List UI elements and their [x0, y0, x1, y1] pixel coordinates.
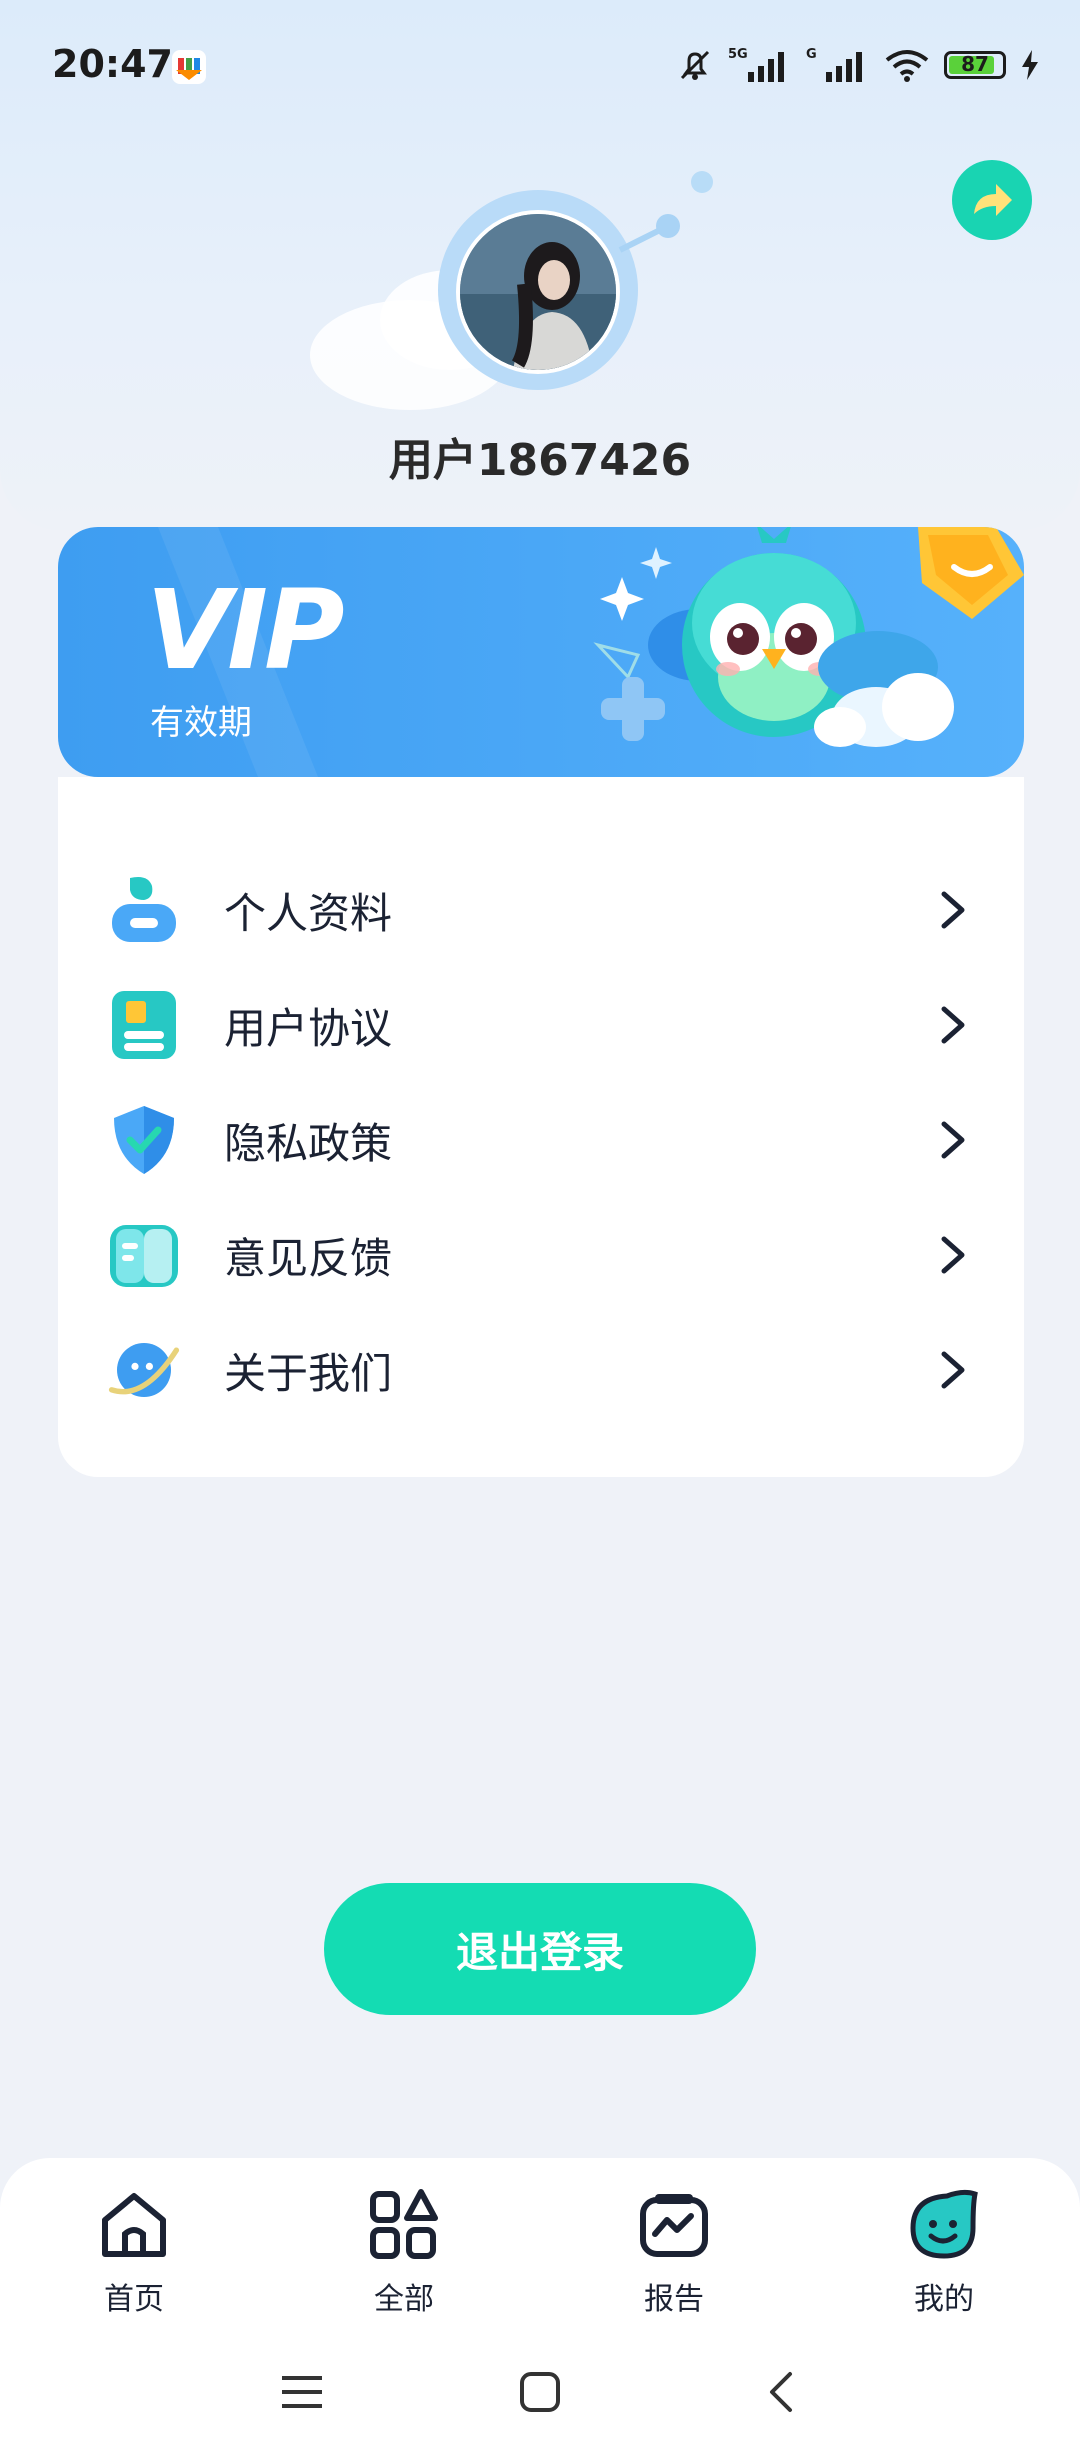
home-icon: [102, 2193, 166, 2257]
avatar[interactable]: [456, 210, 620, 374]
wifi-icon: [885, 50, 929, 82]
menu-icon[interactable]: [280, 2370, 324, 2414]
status-time: 20:47: [52, 42, 173, 86]
share-arrow-icon: [974, 184, 1012, 216]
vip-mascot-illustration: [593, 527, 1024, 747]
app-notification-icon: [172, 50, 206, 84]
nav-item-home[interactable]: 首页: [64, 2188, 204, 2318]
nav-label: 报告: [644, 2282, 704, 2317]
nav-item-all[interactable]: 全部: [334, 2188, 474, 2318]
battery-icon: 87: [944, 51, 1006, 79]
book-icon: [108, 1219, 180, 1291]
signal-5g-icon: 5G: [728, 47, 784, 82]
back-icon[interactable]: [760, 2370, 804, 2414]
network-label: G: [806, 47, 817, 62]
status-icons: 5G G 87: [676, 46, 1040, 84]
shield-check-icon: [108, 1104, 180, 1176]
vip-validity: 有效期: [150, 703, 252, 743]
grid-icon: [370, 2189, 438, 2259]
nav-item-mine[interactable]: 我的: [874, 2188, 1014, 2318]
nav-label: 全部: [374, 2282, 434, 2317]
avatar-decoration: [618, 171, 713, 253]
chevron-right-icon: [941, 1121, 965, 1159]
menu-item-label: 个人资料: [224, 888, 393, 938]
network-label: 5G: [728, 47, 748, 62]
document-icon: [108, 989, 180, 1061]
charging-icon: [1022, 50, 1038, 80]
menu-item-privacy-policy[interactable]: 隐私政策: [58, 1085, 1024, 1195]
vip-card[interactable]: VIP 有效期: [58, 527, 1024, 777]
planet-icon: [108, 1334, 180, 1406]
report-icon: [640, 2194, 708, 2257]
vip-title: VIP: [146, 566, 345, 694]
chevron-right-icon: [941, 1351, 965, 1389]
mute-bell-icon: [680, 50, 710, 80]
home-square-icon[interactable]: [518, 2370, 562, 2414]
person-icon: [108, 874, 180, 946]
menu-item-label: 关于我们: [224, 1348, 393, 1398]
menu-item-feedback[interactable]: 意见反馈: [58, 1200, 1024, 1310]
nav-item-report[interactable]: 报告: [604, 2188, 744, 2318]
battery-level: 87: [961, 52, 989, 76]
menu-item-profile[interactable]: 个人资料: [58, 855, 1024, 965]
system-navigation-bar: [0, 2350, 1080, 2440]
logout-button[interactable]: 退出登录: [324, 1883, 756, 2015]
signal-g-icon: G: [806, 47, 862, 82]
menu-item-user-agreement[interactable]: 用户协议: [58, 970, 1024, 1080]
chevron-right-icon: [941, 891, 965, 929]
nav-label: 首页: [104, 2282, 164, 2317]
menu-card: 个人资料 用户协议 隐私政策 意见反馈 关于我们: [58, 777, 1024, 1477]
menu-item-label: 意见反馈: [224, 1233, 393, 1283]
username: 用户1867426: [388, 435, 692, 486]
menu-item-label: 隐私政策: [224, 1118, 393, 1168]
chevron-right-icon: [941, 1236, 965, 1274]
menu-item-label: 用户协议: [224, 1003, 393, 1053]
status-bar: 20:47 5G G 87: [0, 0, 1080, 130]
chevron-right-icon: [941, 1006, 965, 1044]
nav-label: 我的: [914, 2282, 974, 2317]
smile-icon: [910, 2189, 978, 2259]
menu-item-about-us[interactable]: 关于我们: [58, 1315, 1024, 1425]
share-button[interactable]: [952, 160, 1032, 240]
